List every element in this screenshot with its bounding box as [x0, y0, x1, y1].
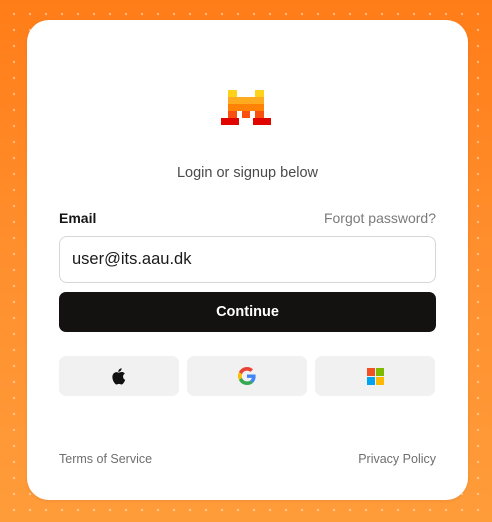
- google-signin-button[interactable]: [187, 356, 307, 396]
- email-label: Email: [59, 210, 97, 226]
- terms-of-service-link[interactable]: Terms of Service: [59, 452, 152, 466]
- forgot-password-link[interactable]: Forgot password?: [324, 210, 436, 226]
- apple-icon: [112, 367, 126, 385]
- apple-signin-button[interactable]: [59, 356, 179, 396]
- mistral-logo-icon: [221, 90, 271, 126]
- privacy-policy-link[interactable]: Privacy Policy: [358, 452, 436, 466]
- microsoft-icon: [366, 367, 384, 385]
- microsoft-signin-button[interactable]: [315, 356, 435, 396]
- continue-button[interactable]: Continue: [59, 292, 436, 332]
- login-subtitle: Login or signup below: [176, 165, 319, 181]
- login-card: Login or signup below Email Forgot passw…: [27, 20, 468, 500]
- email-field[interactable]: [59, 236, 436, 283]
- google-icon: [238, 367, 256, 385]
